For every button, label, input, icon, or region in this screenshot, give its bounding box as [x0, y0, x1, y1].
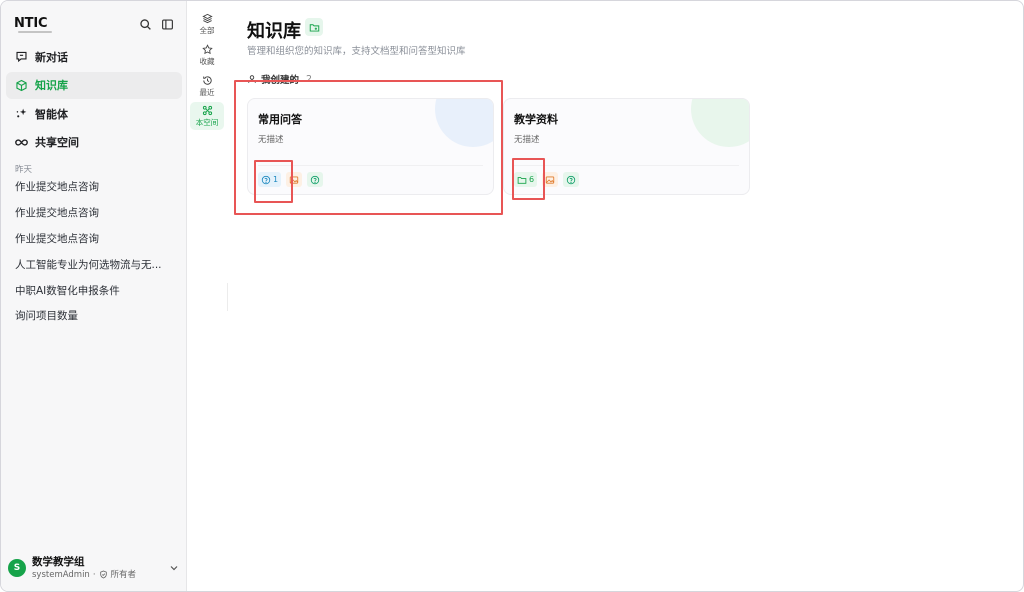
type-count: 6 [529, 175, 535, 184]
logo-text: NTIC [14, 16, 48, 31]
card-description: 无描述 [514, 135, 540, 145]
help-badge[interactable] [563, 172, 580, 187]
image-badge[interactable] [542, 172, 559, 187]
sidebar-top-actions [138, 17, 174, 31]
card-decoration [691, 99, 749, 147]
card-decoration [435, 99, 493, 147]
history-item[interactable]: 询问项目数量 [6, 303, 182, 329]
image-icon [289, 175, 299, 184]
card-title: 常用问答 [258, 113, 302, 126]
nav-item-new-chat[interactable]: 新对话 [6, 43, 182, 70]
chat-history-list: 作业提交地点咨询 作业提交地点咨询 作业提交地点咨询 人工智能专业为何选物流与无… [6, 174, 182, 329]
nav-item-shared-space[interactable]: 共享空间 [6, 129, 182, 156]
user-role: 所有者 [110, 569, 137, 580]
user-icon [248, 75, 256, 83]
card-footer: 1 [258, 172, 324, 187]
rail-item-label: 最近 [199, 87, 215, 97]
tab-label: 我创建的 [261, 75, 300, 86]
rail-item-label: 本空间 [195, 117, 219, 127]
app-window: NTIC 新对话 知识库 智能体 共享空间 昨天 作业提交地点咨询 作业提交地点… [0, 0, 1024, 592]
sidebar: NTIC 新对话 知识库 智能体 共享空间 昨天 作业提交地点咨询 作业提交地点… [1, 1, 187, 591]
network-icon [202, 105, 212, 115]
rail-item-favorites[interactable]: 收藏 [190, 41, 224, 69]
rail-item-label: 全部 [199, 25, 215, 35]
card-description: 无描述 [258, 135, 284, 145]
history-item[interactable]: 人工智能专业为何选物流与无... [6, 251, 182, 277]
knowledge-card-docs[interactable]: 教学资料 无描述 6 [503, 98, 750, 195]
star-icon [201, 43, 213, 54]
help-icon [566, 175, 576, 184]
shield-icon [99, 570, 107, 579]
card-footer: 6 [514, 172, 580, 187]
user-info: 数学教学组 systemAdmin · 所有者 [32, 556, 136, 581]
main-content: 知识库 管理和组织您的知识库，支持文档型和问答型知识库 我创建的 2 常用问答 … [228, 1, 1023, 591]
qa-type-badge: 1 [258, 172, 282, 187]
document-type-badge: 6 [514, 172, 538, 187]
history-item[interactable]: 中职AI数智化申报条件 [6, 277, 182, 303]
tab-count: 2 [306, 73, 313, 85]
rail-item-this-space[interactable]: 本空间 [190, 102, 224, 130]
folder-icon [517, 176, 527, 184]
card-divider [514, 165, 739, 166]
nav-item-label: 知识库 [35, 79, 68, 92]
chevron-down-icon[interactable] [168, 562, 180, 574]
rail-item-label: 收藏 [199, 56, 215, 66]
image-badge[interactable] [286, 172, 303, 187]
rail-item-all[interactable]: 全部 [190, 10, 224, 38]
page-subtitle: 管理和组织您的知识库，支持文档型和问答型知识库 [247, 46, 466, 57]
page-title: 知识库 [247, 21, 301, 42]
nav-item-agents[interactable]: 智能体 [6, 100, 182, 127]
layers-icon [201, 13, 213, 23]
user-profile[interactable]: S 数学教学组 systemAdmin · 所有者 [8, 551, 180, 585]
type-count: 1 [273, 175, 279, 184]
nav-item-label: 智能体 [35, 107, 68, 121]
history-item[interactable]: 作业提交地点咨询 [6, 200, 182, 226]
logo[interactable]: NTIC [14, 16, 52, 33]
user-meta: systemAdmin · 所有者 [32, 569, 136, 581]
history-icon [202, 75, 212, 85]
sparkle-icon [16, 108, 27, 118]
history-item[interactable]: 作业提交地点咨询 [6, 226, 182, 252]
nav-item-label: 新对话 [35, 50, 68, 64]
history-item[interactable]: 作业提交地点咨询 [6, 174, 182, 200]
category-rail: 全部 收藏 最近 本空间 [187, 1, 227, 591]
avatar: S [8, 559, 26, 577]
knowledge-card-qa[interactable]: 常用问答 无描述 1 [247, 98, 494, 195]
chat-icon [16, 51, 27, 63]
help-icon [310, 175, 320, 184]
card-title: 教学资料 [514, 113, 558, 126]
logo-tagline-mark [18, 31, 52, 33]
infinity-icon [15, 138, 28, 146]
user-name: 数学教学组 [32, 555, 85, 568]
question-circle-icon [261, 175, 271, 184]
sidebar-toggle-icon[interactable] [160, 17, 174, 31]
search-icon[interactable] [138, 17, 152, 31]
cube-icon [16, 79, 27, 91]
new-folder-button[interactable] [305, 18, 323, 36]
meta-separator: · [92, 569, 96, 580]
image-icon [545, 175, 555, 184]
help-badge[interactable] [307, 172, 324, 187]
card-divider [258, 165, 483, 166]
nav-item-knowledge-base[interactable]: 知识库 [6, 71, 182, 99]
user-account: systemAdmin [32, 569, 90, 580]
main-nav: 新对话 知识库 智能体 共享空间 [6, 43, 182, 157]
tab-my-created[interactable]: 我创建的 2 [247, 72, 312, 86]
nav-item-label: 共享空间 [35, 136, 79, 149]
folder-plus-icon [309, 23, 319, 32]
rail-item-recent[interactable]: 最近 [190, 72, 224, 100]
